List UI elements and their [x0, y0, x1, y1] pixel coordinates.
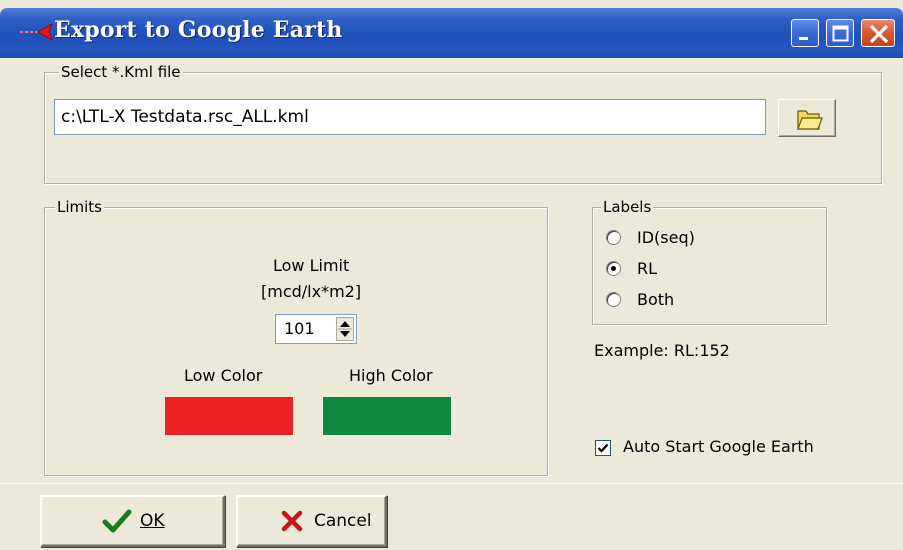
- divider: [0, 483, 903, 484]
- maximize-button[interactable]: [826, 19, 854, 47]
- unit-label: [mcd/lx*m2]: [261, 282, 362, 301]
- minimize-button[interactable]: [791, 19, 819, 47]
- check-icon: [102, 509, 132, 533]
- radio-selected-dot: [611, 266, 616, 271]
- window-title: Export to Google Earth: [54, 17, 343, 43]
- ok-button[interactable]: OK: [40, 495, 225, 547]
- radio-rl-label[interactable]: RL: [637, 259, 657, 278]
- kml-path-field[interactable]: c:\LTL-X Testdata.rsc_ALL.kml: [54, 99, 766, 135]
- low-limit-label: Low Limit: [273, 256, 350, 275]
- checkmark-icon: [597, 443, 609, 453]
- folder-icon: [797, 110, 823, 130]
- low-color-swatch[interactable]: [165, 397, 293, 435]
- ok-label-text: OK: [140, 511, 165, 531]
- low-color-label: Low Color: [184, 366, 263, 385]
- radio-id-seq-label[interactable]: ID(seq): [637, 228, 695, 247]
- file-group-legend: Select *.Kml file: [59, 63, 183, 81]
- radio-id-seq[interactable]: [606, 230, 621, 245]
- cancel-button[interactable]: Cancel: [236, 495, 387, 547]
- close-button[interactable]: [861, 19, 895, 47]
- spin-up-down-icon: [338, 321, 352, 337]
- browse-button[interactable]: [778, 99, 836, 137]
- low-limit-spinner[interactable]: 101: [275, 314, 357, 344]
- minimize-icon: [799, 37, 808, 40]
- ok-button-label: OK: [140, 511, 165, 531]
- high-color-swatch[interactable]: [323, 397, 451, 435]
- x-icon: [281, 510, 303, 532]
- limits-group-legend: Limits: [55, 198, 104, 216]
- auto-start-label[interactable]: Auto Start Google Earth: [623, 437, 814, 456]
- labels-group: Labels: [592, 198, 827, 325]
- example-text: Example: RL:152: [594, 341, 730, 360]
- auto-start-checkbox[interactable]: [595, 440, 611, 456]
- maximize-icon: [832, 25, 849, 42]
- export-dialog: Export to Google Earth Select *.Kml file…: [0, 0, 903, 550]
- low-limit-value: 101: [284, 319, 315, 338]
- spinner-arrows[interactable]: [336, 317, 354, 341]
- title-bar[interactable]: Export to Google Earth: [0, 8, 903, 58]
- cancel-button-label: Cancel: [314, 511, 372, 531]
- app-icon: [20, 22, 53, 42]
- labels-group-legend: Labels: [601, 198, 654, 216]
- close-icon: [869, 24, 889, 44]
- radio-both[interactable]: [606, 292, 621, 307]
- radio-both-label[interactable]: Both: [637, 290, 674, 309]
- radio-rl[interactable]: [606, 261, 621, 276]
- high-color-label: High Color: [349, 366, 433, 385]
